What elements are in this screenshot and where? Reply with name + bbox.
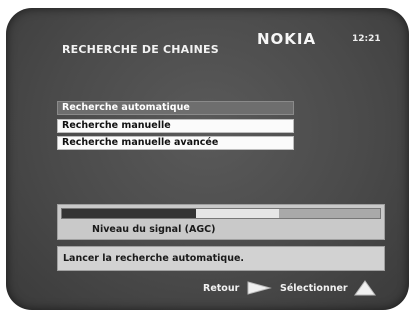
signal-panel: Niveau du signal (AGC)	[57, 204, 385, 240]
menu-item-label: Recherche manuelle avancée	[62, 137, 219, 148]
select-label: Sélectionner	[280, 283, 348, 294]
menu-item-label: Recherche manuelle	[62, 120, 171, 131]
signal-level-label: Niveau du signal (AGC)	[92, 224, 216, 235]
signal-level-segment	[196, 209, 279, 218]
page-title: RECHERCHE DE CHAINES	[62, 43, 219, 56]
back-label: Retour	[203, 283, 240, 294]
right-arrow-button-icon[interactable]	[246, 280, 272, 296]
clock: 12:21	[352, 34, 381, 44]
menu-item-recherche-automatique[interactable]: Recherche automatique	[57, 101, 294, 115]
menu-item-recherche-manuelle[interactable]: Recherche manuelle	[57, 119, 294, 133]
menu-item-label: Recherche automatique	[62, 102, 190, 113]
info-message: Lancer la recherche automatique.	[63, 253, 245, 264]
signal-level-meter	[61, 208, 381, 219]
brand-logo: NOKIA	[257, 30, 317, 48]
up-triangle-button-icon[interactable]	[353, 279, 377, 297]
info-panel: Lancer la recherche automatique.	[57, 246, 385, 271]
signal-level-fill	[62, 209, 196, 218]
menu-item-recherche-manuelle-avancee[interactable]: Recherche manuelle avancée	[57, 136, 294, 150]
